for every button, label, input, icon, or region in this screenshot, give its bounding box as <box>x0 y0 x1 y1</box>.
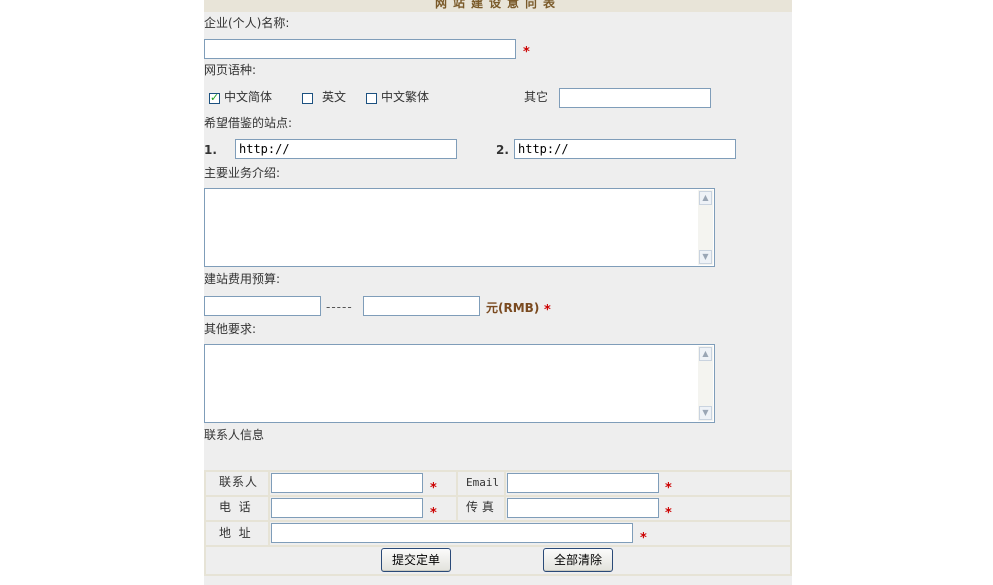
checkbox-traditional-chinese[interactable] <box>366 93 377 104</box>
table-divider <box>268 470 270 547</box>
site2-number: 2. <box>496 143 509 157</box>
phone-required-mark: * <box>430 506 437 521</box>
language-other-input[interactable] <box>559 88 711 108</box>
table-divider <box>790 470 792 576</box>
business-intro-label: 主要业务介绍: <box>204 166 281 180</box>
budget-unit: 元(RMB) <box>486 301 540 315</box>
other-requirements-scrollbar[interactable]: ▲ ▼ <box>698 346 713 421</box>
budget-separator: ----- <box>326 300 353 314</box>
submit-order-button[interactable]: 提交定单 <box>381 548 451 572</box>
budget-label: 建站费用预算: <box>204 272 281 286</box>
table-divider <box>204 545 792 547</box>
budget-max-input[interactable] <box>363 296 480 316</box>
site2-input[interactable]: http:// <box>514 139 736 159</box>
address-label: 地 址 <box>219 526 251 540</box>
form-title: 网站建设意向表 <box>434 0 561 10</box>
scroll-down-icon[interactable]: ▼ <box>699 250 712 264</box>
company-name-input[interactable] <box>204 39 516 59</box>
other-requirements-label: 其他要求: <box>204 322 257 336</box>
form-title-bar: 网站建设意向表 <box>204 0 792 12</box>
address-required-mark: * <box>640 531 647 546</box>
table-divider <box>204 470 206 576</box>
language-other-label: 其它 <box>524 90 549 104</box>
fax-input[interactable] <box>507 498 659 518</box>
company-name-label: 企业(个人)名称: <box>204 16 290 30</box>
table-divider <box>204 470 792 472</box>
checkbox-simplified-chinese[interactable] <box>209 91 220 104</box>
email-input[interactable] <box>507 473 659 493</box>
phone-label: 电 话 <box>219 500 251 514</box>
budget-required-mark: * <box>544 303 551 318</box>
contact-section-label: 联系人信息 <box>204 428 265 442</box>
fax-label: 传 真 <box>466 500 494 514</box>
address-input[interactable] <box>271 523 633 543</box>
email-required-mark: * <box>665 481 672 496</box>
other-requirements-textarea[interactable]: ▲ ▼ <box>204 344 715 423</box>
table-divider <box>204 520 792 522</box>
company-name-required-mark: * <box>523 45 530 60</box>
checkbox-english[interactable] <box>302 93 313 104</box>
clear-all-button[interactable]: 全部清除 <box>543 548 613 572</box>
business-intro-textarea[interactable]: ▲ ▼ <box>204 188 715 267</box>
table-divider <box>204 495 792 497</box>
scroll-down-icon[interactable]: ▼ <box>699 406 712 420</box>
contact-person-required-mark: * <box>430 481 437 496</box>
phone-input[interactable] <box>271 498 423 518</box>
language-simplified-chinese-label: 中文简体 <box>224 90 273 104</box>
email-label: Email <box>466 476 500 489</box>
site1-number: 1. <box>204 143 217 157</box>
fax-required-mark: * <box>665 506 672 521</box>
budget-min-input[interactable] <box>204 296 321 316</box>
table-divider <box>456 470 458 522</box>
language-traditional-chinese-label: 中文繁体 <box>381 90 430 104</box>
scroll-up-icon[interactable]: ▲ <box>699 347 712 361</box>
scroll-up-icon[interactable]: ▲ <box>699 191 712 205</box>
contact-person-input[interactable] <box>271 473 423 493</box>
language-english-label: 英文 <box>322 90 347 104</box>
contact-person-label: 联系人 <box>219 475 259 489</box>
table-divider <box>204 574 792 576</box>
business-intro-scrollbar[interactable]: ▲ ▼ <box>698 190 713 265</box>
site1-input[interactable]: http:// <box>235 139 457 159</box>
reference-sites-label: 希望借鉴的站点: <box>204 116 293 130</box>
table-divider <box>504 470 506 522</box>
language-label: 网页语种: <box>204 63 257 77</box>
